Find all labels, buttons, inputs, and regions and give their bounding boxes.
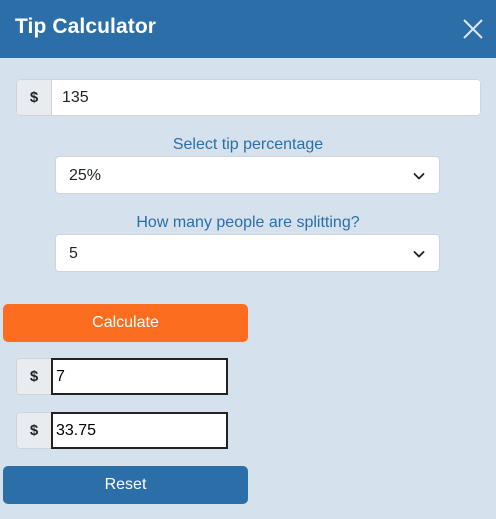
app-header: Tip Calculator <box>0 0 496 58</box>
total-result-field[interactable] <box>51 412 228 449</box>
currency-addon: $ <box>16 412 51 449</box>
tip-result-group: $ <box>16 358 228 395</box>
calculate-button[interactable]: Calculate <box>3 304 248 342</box>
chevron-down-icon <box>413 173 425 180</box>
people-count-label: How many people are splitting? <box>136 214 360 231</box>
calculate-button-label: Calculate <box>92 314 159 331</box>
total-result-group: $ <box>16 412 228 449</box>
chevron-down-icon <box>413 251 425 258</box>
bill-input-group: $ <box>16 79 481 116</box>
tip-result-field[interactable] <box>51 358 228 395</box>
bill-amount-input[interactable] <box>51 79 481 116</box>
reset-button[interactable]: Reset <box>3 466 248 504</box>
people-count-select[interactable]: 5 <box>55 234 440 272</box>
currency-addon: $ <box>16 358 51 395</box>
reset-button-label: Reset <box>104 476 147 493</box>
tip-percentage-label: Select tip percentage <box>172 136 324 153</box>
tip-percentage-select[interactable]: 25% <box>55 156 440 194</box>
tip-percentage-value: 25% <box>69 167 102 184</box>
close-icon[interactable] <box>462 18 484 40</box>
currency-addon: $ <box>16 79 51 116</box>
app-title: Tip Calculator <box>15 15 157 38</box>
people-count-value: 5 <box>69 245 78 262</box>
